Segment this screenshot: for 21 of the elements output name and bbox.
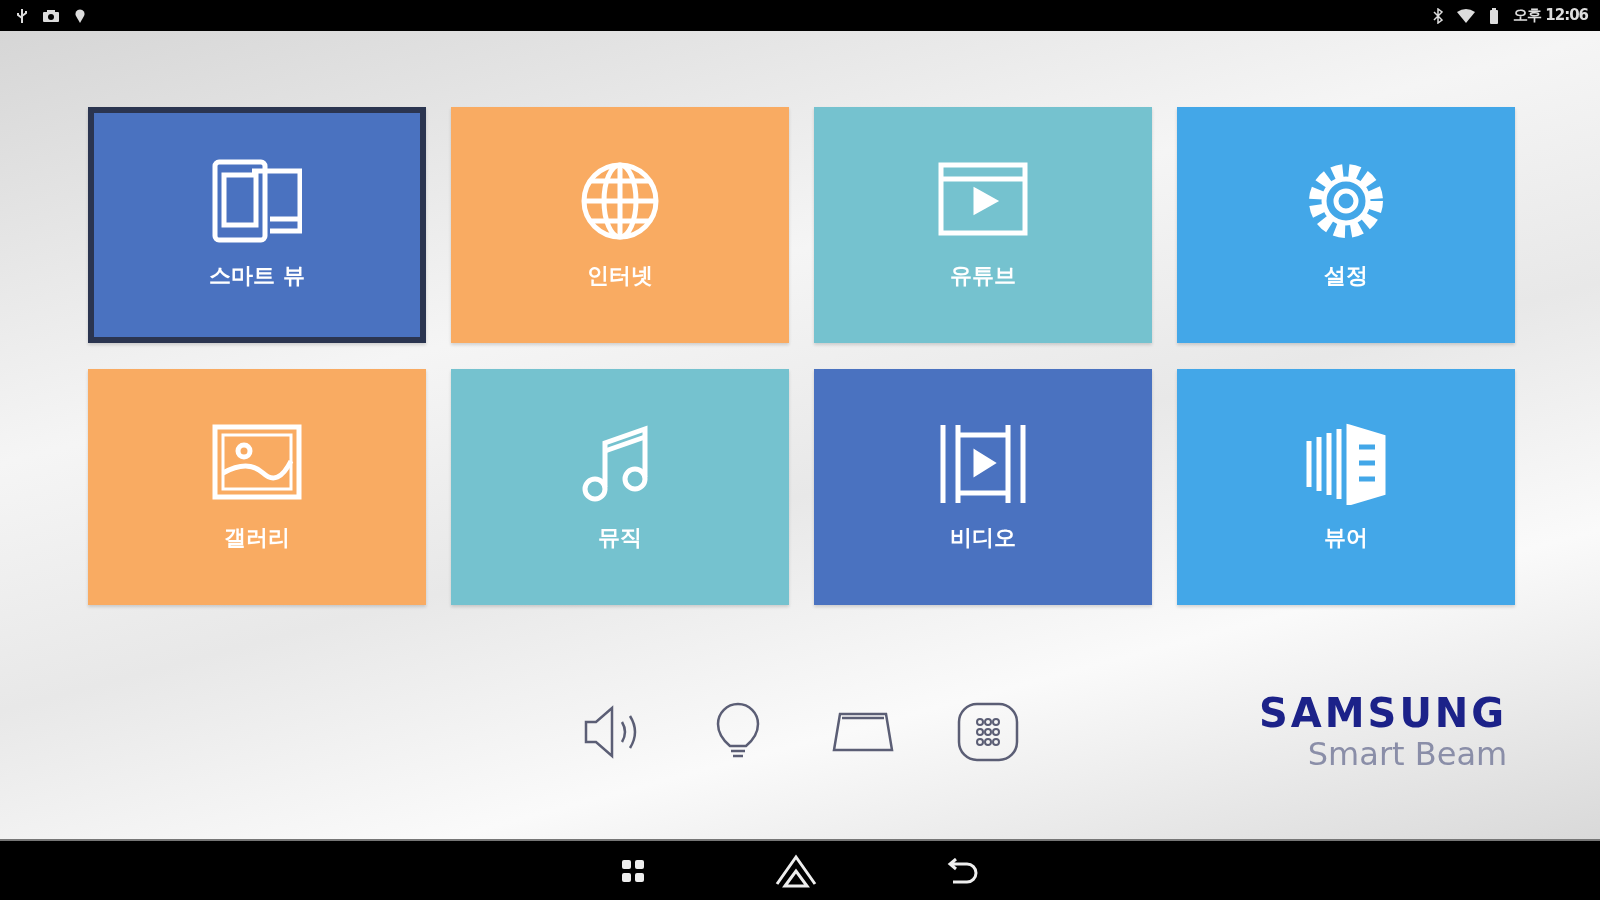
recent-apps-icon[interactable] <box>621 858 645 883</box>
app-tile[interactable]: 스마트 뷰 <box>88 107 426 343</box>
home-icon[interactable] <box>775 853 817 888</box>
app-tile[interactable]: 비디오 <box>814 369 1152 605</box>
brand-logo: SAMSUNG <box>1259 691 1508 735</box>
bluetooth-icon <box>1433 7 1444 24</box>
app-tile[interactable]: 인터넷 <box>451 107 789 343</box>
app-tile[interactable]: 설정 <box>1177 107 1515 343</box>
product-name: Smart Beam <box>1307 735 1508 774</box>
app-tile[interactable]: 뷰어 <box>1177 369 1515 605</box>
usb-icon <box>16 7 28 24</box>
location-pin-icon <box>74 7 86 24</box>
devices-icon <box>212 159 302 243</box>
battery-icon <box>1489 7 1500 24</box>
app-tile[interactable]: 뮤직 <box>451 369 789 605</box>
app-tile[interactable]: 갤러리 <box>88 369 426 605</box>
clock-time: 오후 12:06 <box>1513 6 1588 25</box>
app-tile[interactable]: 유튜브 <box>814 107 1152 343</box>
camera-icon <box>42 8 60 23</box>
back-icon[interactable] <box>947 857 979 884</box>
wifi-icon <box>1457 8 1476 23</box>
